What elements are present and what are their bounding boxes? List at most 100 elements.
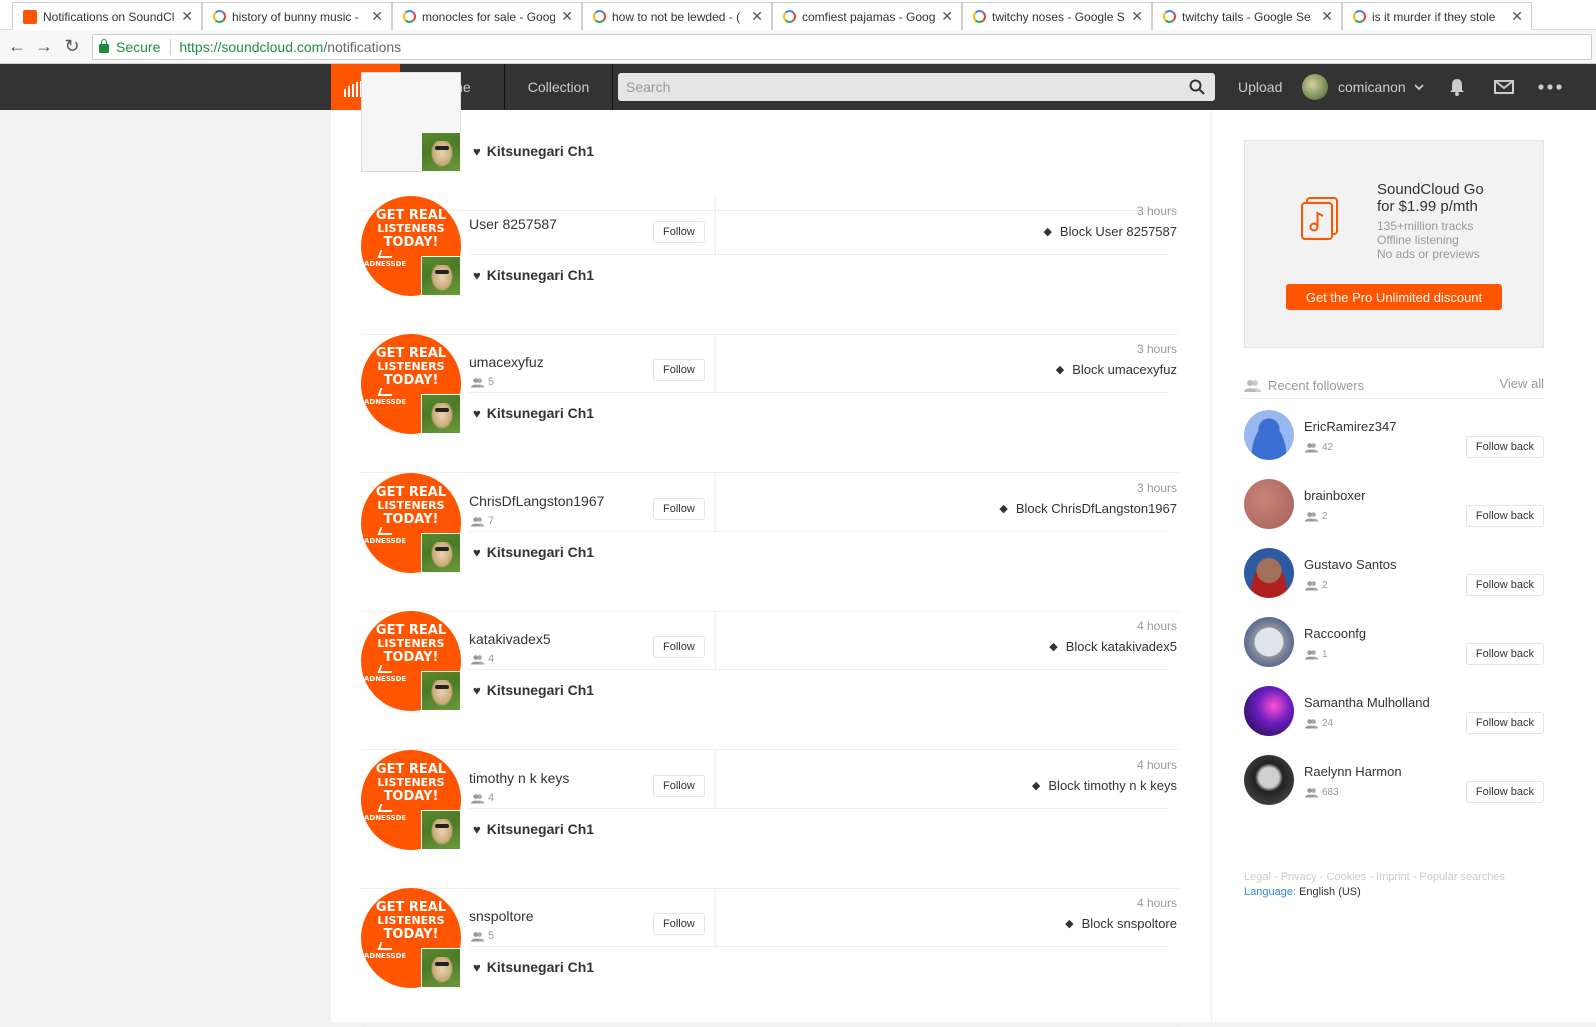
close-tab-icon[interactable]: ✕: [751, 8, 763, 25]
divider: [715, 888, 716, 948]
reload-icon[interactable]: ↻: [61, 36, 83, 57]
track-thumbnail[interactable]: [421, 810, 461, 850]
follower-name[interactable]: EricRamirez347: [1304, 419, 1396, 434]
follow-back-button[interactable]: Follow back: [1465, 436, 1544, 458]
avatar-promo-text: LISTENERS: [377, 222, 445, 235]
follower-name[interactable]: Samantha Mulholland: [1304, 695, 1430, 710]
user-menu[interactable]: comicanon: [1302, 64, 1424, 110]
close-tab-icon[interactable]: ✕: [371, 8, 383, 25]
block-user-link[interactable]: ◆ Block snspoltore: [1065, 916, 1177, 931]
track-thumbnail[interactable]: [421, 533, 461, 573]
notification-username[interactable]: User 8257587: [469, 216, 557, 232]
track-thumbnail[interactable]: [421, 256, 461, 296]
follow-back-button[interactable]: Follow back: [1465, 712, 1544, 734]
liked-track[interactable]: ♥ Kitsunegari Ch1: [473, 267, 594, 283]
follow-button[interactable]: Follow: [653, 359, 705, 381]
liked-track[interactable]: ♥ Kitsunegari Ch1: [473, 821, 594, 837]
browser-tab[interactable]: twitchy tails - Google Se ✕: [1152, 2, 1342, 30]
block-user-label: Block katakivadex5: [1065, 639, 1177, 654]
follower-avatar[interactable]: [1244, 410, 1294, 460]
follower-avatar[interactable]: [1244, 617, 1294, 667]
music-document-icon: [1301, 197, 1338, 240]
notification-time: 4 hours: [1136, 896, 1177, 910]
close-tab-icon[interactable]: ✕: [941, 8, 953, 25]
footer-links[interactable]: Legal - Privacy - Cookies - Imprint - Po…: [1244, 870, 1505, 885]
notification-item: GET REAL LISTENERS TODAY! MADNESSDE umacexyf…: [361, 334, 1179, 473]
avatar-promo-text: TODAY!: [383, 373, 439, 388]
search-icon[interactable]: [1189, 79, 1205, 95]
follower-avatar[interactable]: [1244, 686, 1294, 736]
block-user-link[interactable]: ◆ Block timothy n k keys: [1032, 778, 1177, 793]
liked-track[interactable]: ♥ Kitsunegari Ch1: [473, 544, 594, 560]
notification-username[interactable]: ChrisDfLangston1967: [469, 493, 604, 509]
liked-track[interactable]: ♥ Kitsunegari Ch1: [473, 959, 594, 975]
avatar-promo-text: TODAY!: [383, 789, 439, 804]
follow-back-button[interactable]: Follow back: [1465, 574, 1544, 596]
view-all-link[interactable]: View all: [1499, 376, 1544, 391]
close-tab-icon[interactable]: ✕: [181, 8, 193, 25]
block-user-link[interactable]: ◆ Block ChrisDfLangston1967: [999, 501, 1177, 516]
messages-mail-icon[interactable]: [1494, 64, 1514, 110]
notification-username[interactable]: umacexyfuz: [469, 354, 544, 370]
follow-back-button[interactable]: Follow back: [1465, 781, 1544, 803]
block-user-link[interactable]: ◆ Block User 8257587: [1043, 224, 1177, 239]
follower-count-value: 5: [488, 376, 495, 388]
close-tab-icon[interactable]: ✕: [1511, 8, 1523, 25]
forward-icon[interactable]: →: [33, 36, 55, 57]
track-title: Kitsunegari Ch1: [486, 405, 595, 421]
chevron-down-icon: [1414, 84, 1424, 91]
follower-avatar[interactable]: [1244, 755, 1294, 805]
address-bar[interactable]: Secure https://soundcloud.com/notificati…: [92, 34, 1592, 60]
liked-track[interactable]: ♥ Kitsunegari Ch1: [473, 682, 594, 698]
browser-tab[interactable]: is it murder if they stole ✕: [1342, 2, 1532, 30]
block-icon: ◆: [1065, 918, 1074, 930]
notification-username[interactable]: timothy n k keys: [469, 770, 569, 786]
follow-button[interactable]: Follow: [653, 913, 705, 935]
follow-button[interactable]: Follow: [653, 221, 705, 243]
follower-name[interactable]: brainboxer: [1304, 488, 1365, 503]
follow-button[interactable]: Follow: [653, 775, 705, 797]
browser-tab[interactable]: history of bunny music - ✕: [202, 2, 392, 30]
follow-back-button[interactable]: Follow back: [1465, 643, 1544, 665]
browser-tab[interactable]: monocles for sale - Goog ✕: [392, 2, 582, 30]
upload-link[interactable]: Upload: [1238, 64, 1282, 110]
follower-avatar[interactable]: [1244, 479, 1294, 529]
block-user-link[interactable]: ◆ Block umacexyfuz: [1056, 362, 1177, 377]
close-tab-icon[interactable]: ✕: [1131, 8, 1143, 25]
notification-username[interactable]: katakivadex5: [469, 631, 551, 647]
follower-name[interactable]: Gustavo Santos: [1304, 557, 1397, 572]
close-tab-icon[interactable]: ✕: [561, 8, 573, 25]
follow-button[interactable]: Follow: [653, 498, 705, 520]
follower-name[interactable]: Raccoonfg: [1304, 626, 1366, 641]
notifications-bell-icon[interactable]: [1449, 64, 1465, 110]
block-user-link[interactable]: ◆ Block katakivadex5: [1049, 639, 1177, 654]
liked-track[interactable]: ♥ Kitsunegari Ch1: [473, 143, 594, 159]
follow-back-button[interactable]: Follow back: [1465, 505, 1544, 527]
notification-username[interactable]: snspoltore: [469, 908, 534, 924]
back-icon[interactable]: ←: [6, 36, 28, 57]
browser-tab[interactable]: Notifications on SoundCl ✕: [12, 2, 202, 30]
avatar-promo-text: MADNESSDE: [361, 398, 407, 406]
more-options-icon[interactable]: [1538, 64, 1562, 110]
follower-count-value: 4: [488, 792, 495, 804]
avatar-promo-text: MADNESSDE: [361, 260, 407, 268]
browser-tab[interactable]: comfiest pajamas - Goog ✕: [772, 2, 962, 30]
follower-count: 2: [1305, 511, 1328, 522]
follower-name[interactable]: Raelynn Harmon: [1304, 764, 1402, 779]
track-thumbnail[interactable]: [421, 671, 461, 711]
liked-track[interactable]: ♥ Kitsunegari Ch1: [473, 405, 594, 421]
follower-avatar[interactable]: [1244, 548, 1294, 598]
promo-feature: 135+million tracks: [1377, 219, 1474, 233]
close-tab-icon[interactable]: ✕: [1321, 8, 1333, 25]
browser-tab[interactable]: how to not be lewded - (✕: [582, 2, 772, 30]
track-thumbnail[interactable]: [421, 394, 461, 434]
language-value[interactable]: English (US): [1299, 886, 1361, 898]
track-title: Kitsunegari Ch1: [486, 959, 595, 975]
browser-tab[interactable]: twitchy noses - Google S ✕: [962, 2, 1152, 30]
follow-button[interactable]: Follow: [653, 636, 705, 658]
follower-count-value: 2: [1322, 580, 1328, 591]
track-thumbnail[interactable]: [421, 132, 461, 172]
track-thumbnail[interactable]: [421, 948, 461, 988]
pro-unlimited-button[interactable]: Get the Pro Unlimited discount: [1286, 284, 1502, 310]
language-label[interactable]: Language:: [1244, 886, 1296, 898]
